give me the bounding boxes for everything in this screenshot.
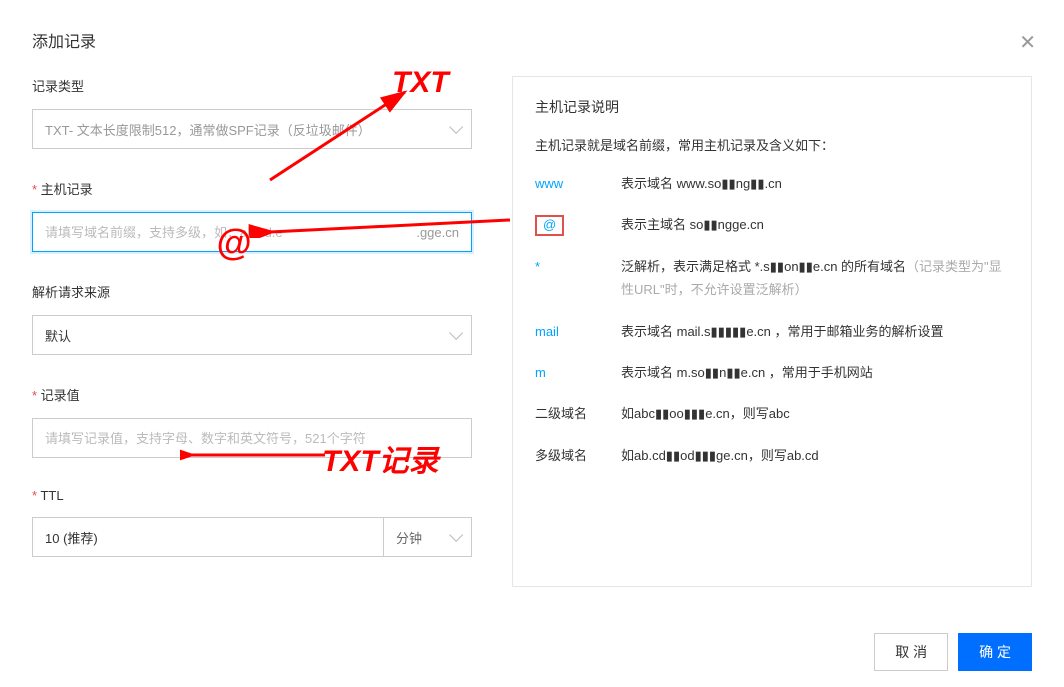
field-value: 记录值 — [32, 385, 472, 458]
chevron-down-icon — [449, 528, 463, 542]
help-val: 如ab.cd▮▮od▮▮▮ge.cn，则写ab.cd — [621, 444, 819, 467]
help-key: * — [535, 255, 621, 278]
host-input[interactable] — [45, 225, 406, 240]
ttl-value: 10 (推荐) — [45, 528, 98, 547]
cancel-button[interactable]: 取 消 — [874, 633, 948, 671]
help-val: 表示域名 mail.s▮▮▮▮▮e.cn ，常用于邮箱业务的解析设置 — [621, 320, 944, 343]
value-label: 记录值 — [32, 385, 472, 404]
help-row: www表示域名 www.so▮▮ng▮▮.cn — [535, 172, 1009, 195]
field-ttl: TTL 10 (推荐) 分钟 — [32, 488, 472, 557]
close-icon[interactable]: ✕ — [1019, 30, 1036, 55]
help-key: m — [535, 361, 621, 384]
host-input-wrapper[interactable]: .gge.cn — [32, 212, 472, 252]
host-label: 主机记录 — [32, 179, 472, 198]
ttl-select[interactable]: 10 (推荐) 分钟 — [32, 517, 472, 557]
help-row: 多级域名如ab.cd▮▮od▮▮▮ge.cn，则写ab.cd — [535, 444, 1009, 467]
line-label: 解析请求来源 — [32, 282, 472, 301]
help-key: @ — [535, 213, 621, 236]
ok-button[interactable]: 确 定 — [958, 633, 1032, 671]
chevron-down-icon — [449, 120, 463, 134]
help-row: 二级域名如abc▮▮oo▮▮▮e.cn，则写abc — [535, 402, 1009, 425]
field-line: 解析请求来源 默认 — [32, 282, 472, 355]
line-select[interactable]: 默认 — [32, 315, 472, 355]
ttl-label: TTL — [32, 488, 472, 503]
help-panel: 主机记录说明 主机记录就是域名前缀，常用主机记录及含义如下： www表示域名 w… — [512, 76, 1032, 587]
value-input-wrapper[interactable] — [32, 418, 472, 458]
help-val: 泛解析，表示满足格式 *.s▮▮on▮▮e.cn 的所有域名（记录类型为"显性U… — [621, 255, 1009, 302]
help-row: mail表示域名 mail.s▮▮▮▮▮e.cn ，常用于邮箱业务的解析设置 — [535, 320, 1009, 343]
value-input[interactable] — [45, 431, 459, 446]
host-suffix: .gge.cn — [406, 225, 459, 240]
help-hint: 主机记录就是域名前缀，常用主机记录及含义如下： — [535, 135, 1009, 154]
help-val: 表示域名 www.so▮▮ng▮▮.cn — [621, 172, 782, 195]
form-panel: 记录类型 TXT- 文本长度限制512，通常做SPF记录（反垃圾邮件） 主机记录… — [32, 76, 472, 587]
help-key: www — [535, 172, 621, 195]
help-row: m表示域名 m.so▮▮n▮▮e.cn ，常用于手机网站 — [535, 361, 1009, 384]
help-key: 多级域名 — [535, 444, 621, 467]
add-record-dialog: 添加记录 ✕ 记录类型 TXT- 文本长度限制512，通常做SPF记录（反垃圾邮… — [0, 0, 1064, 687]
help-table: www表示域名 www.so▮▮ng▮▮.cn@表示主域名 so▮▮ngge.c… — [535, 172, 1009, 467]
line-value: 默认 — [45, 326, 71, 345]
field-host: 主机记录 .gge.cn — [32, 179, 472, 252]
dialog-title: 添加记录 — [32, 28, 1032, 52]
ttl-unit: 分钟 — [396, 528, 422, 547]
help-title: 主机记录说明 — [535, 97, 1009, 117]
dialog-footer: 取 消 确 定 — [874, 633, 1032, 671]
record-type-value: TXT- 文本长度限制512，通常做SPF记录（反垃圾邮件） — [45, 120, 371, 139]
record-type-label: 记录类型 — [32, 76, 472, 95]
chevron-down-icon — [449, 326, 463, 340]
help-row: *泛解析，表示满足格式 *.s▮▮on▮▮e.cn 的所有域名（记录类型为"显性… — [535, 255, 1009, 302]
help-val: 如abc▮▮oo▮▮▮e.cn，则写abc — [621, 402, 790, 425]
field-record-type: 记录类型 TXT- 文本长度限制512，通常做SPF记录（反垃圾邮件） — [32, 76, 472, 149]
help-key: mail — [535, 320, 621, 343]
record-type-select[interactable]: TXT- 文本长度限制512，通常做SPF记录（反垃圾邮件） — [32, 109, 472, 149]
ttl-unit-select[interactable]: 分钟 — [383, 518, 471, 556]
help-val: 表示主域名 so▮▮ngge.cn — [621, 213, 764, 236]
help-val: 表示域名 m.so▮▮n▮▮e.cn ，常用于手机网站 — [621, 361, 873, 384]
dialog-body: 记录类型 TXT- 文本长度限制512，通常做SPF记录（反垃圾邮件） 主机记录… — [32, 76, 1032, 587]
help-row: @表示主域名 so▮▮ngge.cn — [535, 213, 1009, 236]
help-key: 二级域名 — [535, 402, 621, 425]
